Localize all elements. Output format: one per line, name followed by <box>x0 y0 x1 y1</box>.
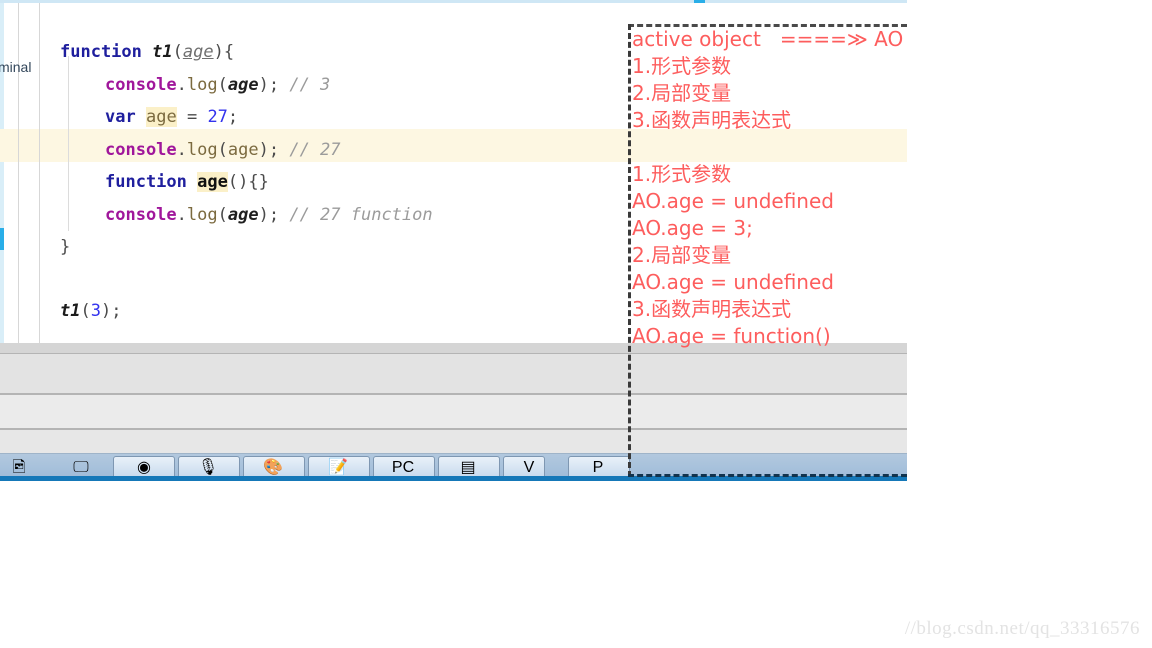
code-token: var <box>105 107 136 127</box>
code-token: . <box>176 140 187 160</box>
code-token: age <box>227 205 259 225</box>
code-token: ( <box>217 205 228 225</box>
annotation-line: AO.age = 3; <box>632 216 753 240</box>
code-token: ( <box>172 42 183 62</box>
overlay-dashed-left-border <box>628 24 631 477</box>
code-token: t1 <box>60 301 81 321</box>
code-token: ); <box>258 75 280 95</box>
annotation-line: 2.局部变量 <box>632 243 732 267</box>
code-token: console <box>105 140 177 160</box>
code-token: function <box>105 172 187 192</box>
code-token: console <box>105 75 177 95</box>
code-token: function <box>60 42 142 62</box>
blog-watermark: //blog.csdn.net/qq_33316576 <box>904 618 1140 639</box>
annotation-line: 2.局部变量 <box>632 81 732 105</box>
code-token: ; <box>227 107 239 127</box>
code-line[interactable]: console.log(age); // 3 <box>105 69 330 102</box>
code-line[interactable]: function age(){} <box>105 166 269 199</box>
code-token: // 3 <box>289 75 331 95</box>
code-line[interactable]: t1(3); <box>60 295 121 328</box>
annotation-line: 3.函数声明表达式 <box>632 108 792 132</box>
code-token: (){} <box>227 172 269 192</box>
code-token: . <box>176 75 187 95</box>
code-token: } <box>60 237 71 257</box>
code-token: console <box>105 205 177 225</box>
code-token: ) <box>213 42 224 62</box>
code-token: age <box>182 42 214 62</box>
code-token: ); <box>258 205 280 225</box>
ao-explanation-overlay: active object ====≫ AO 1.形式参数 2.局部变量 3.函数声明… <box>628 24 907 477</box>
annotation-line: 1.形式参数 <box>632 162 732 186</box>
annotation-line: AO.age = undefined <box>632 270 834 294</box>
annotation-line: AO.age = function() <box>632 324 831 348</box>
code-token: log <box>186 205 218 225</box>
code-line[interactable]: console.log(age); // 27 <box>105 134 341 167</box>
code-line[interactable]: var age = 27; <box>105 101 238 134</box>
code-line[interactable]: } <box>60 231 70 264</box>
code-token: ( <box>80 301 91 321</box>
code-token: . <box>176 205 187 225</box>
code-token: ( <box>217 140 228 160</box>
code-token: log <box>186 75 218 95</box>
annotation-line: 1.形式参数 <box>632 54 732 78</box>
terminal-tab-label[interactable]: minal <box>0 59 31 75</box>
code-token: t1 <box>152 42 173 62</box>
code-line[interactable]: console.log(age); // 27 function <box>105 199 433 232</box>
overlay-dashed-bottom-border <box>628 474 907 477</box>
code-token: ( <box>217 75 228 95</box>
code-token: age <box>197 172 228 192</box>
code-token: ); <box>100 301 122 321</box>
code-token: // 27 function <box>289 205 433 225</box>
code-token: 27 <box>207 107 228 127</box>
code-token: age <box>227 140 259 160</box>
code-token: log <box>186 140 218 160</box>
code-token: // 27 <box>289 140 341 160</box>
code-token: = <box>186 107 198 127</box>
code-token: ); <box>258 140 280 160</box>
annotation-line: 3.函数声明表达式 <box>632 297 792 321</box>
code-token: age <box>227 75 259 95</box>
annotation-line: AO.age = undefined <box>632 189 834 213</box>
code-token: 3 <box>90 301 101 321</box>
screenshot-root: function t1(age){console.log(age); // 3v… <box>0 0 1152 648</box>
annotation-line: active object ====≫ AO <box>632 27 904 51</box>
code-token: { <box>223 42 235 62</box>
code-line[interactable]: function t1(age){ <box>60 36 234 69</box>
code-token: age <box>145 107 177 127</box>
